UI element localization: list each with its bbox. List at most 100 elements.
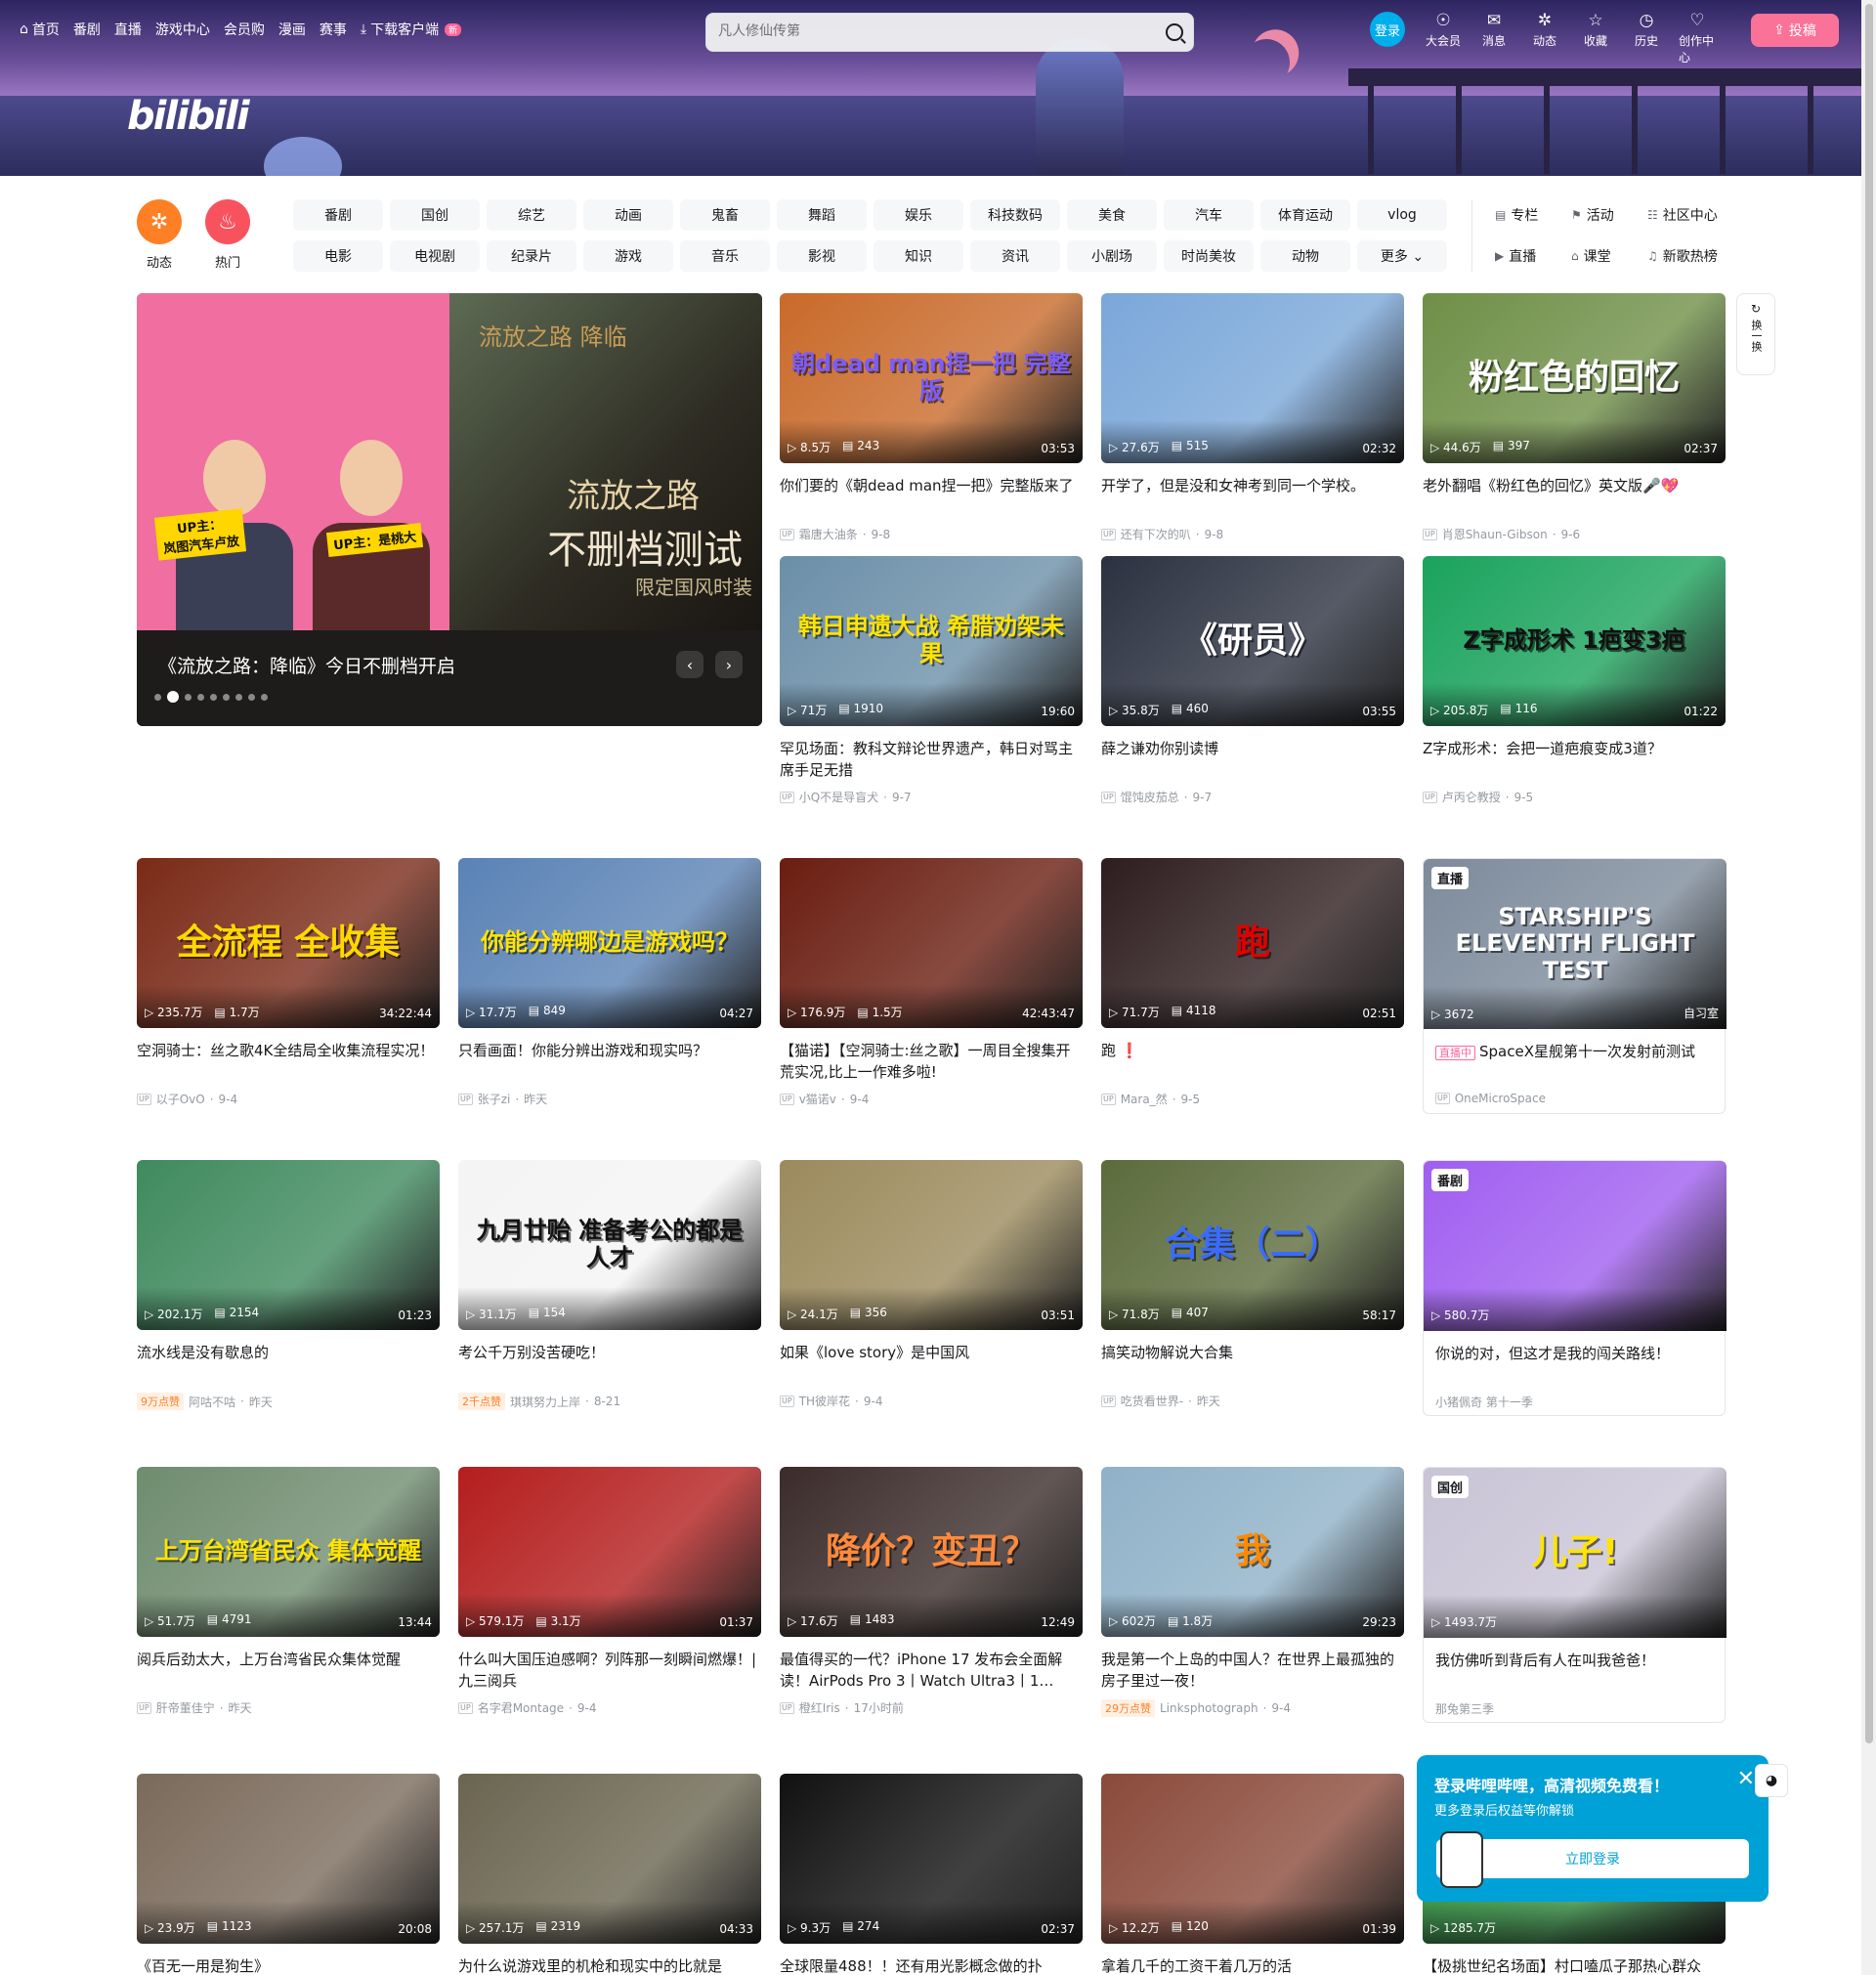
nav-item[interactable]: 会员购	[224, 20, 265, 39]
video-title[interactable]: 最值得买的一代？iPhone 17 发布会全面解读！AirPods Pro 3丨…	[780, 1649, 1083, 1692]
nav-item[interactable]: ⤓ 下载客户端新	[361, 20, 462, 39]
video-card[interactable]: ▷ 202.1万 ▤ 2154 01:23 流水线是没有歇息的 9万点赞 阿咕不咕 · 昨天	[137, 1160, 440, 1410]
video-title[interactable]: 如果《love story》是中国风	[780, 1342, 1083, 1385]
video-thumbnail[interactable]: 跑 ▷ 71.7万 ▤ 4118 02:51	[1101, 858, 1404, 1028]
channel-tag[interactable]: 影视	[777, 240, 867, 272]
video-author[interactable]: OneMicroSpace	[1455, 1092, 1546, 1105]
video-card[interactable]: ▷ 9.3万▤ 27402:37全球限量488！！还有用光影概念做的扑UP	[780, 1774, 1083, 1975]
video-thumbnail[interactable]: 儿子! 国创 ▷ 1493.7万	[1424, 1468, 1727, 1638]
video-title[interactable]: Z字成形术：会把一道疤痕变成3道？	[1423, 738, 1726, 781]
carousel[interactable]: UP主： 岚图汽车卢放 UP主：是桃大 流放之路 降临 流放之路 不删档测试 限…	[137, 293, 762, 726]
channel-tag[interactable]: 舞蹈	[777, 199, 867, 231]
video-title[interactable]: 我仿佛听到背后有人在叫我爸爸！	[1424, 1650, 1725, 1693]
video-card[interactable]: 韩日申遗大战 希腊劝架未果 ▷ 71万 ▤ 1910 19:60 罕见场面：教科文辩论世…	[780, 556, 1083, 805]
carousel-next-icon[interactable]: ›	[715, 651, 743, 678]
channel-tag[interactable]: 综艺	[487, 199, 576, 231]
channel-tag[interactable]: 美食	[1067, 199, 1157, 231]
video-title[interactable]: 阅兵后劲太大，上万台湾省民众集体觉醒	[137, 1649, 440, 1692]
video-thumbnail[interactable]: ▷ 24.1万 ▤ 356 03:51	[780, 1160, 1083, 1330]
video-thumbnail[interactable]: Z字成形术 1疤变3疤 ▷ 205.8万 ▤ 116 01:22	[1423, 556, 1726, 726]
channel-tag[interactable]: 知识	[874, 240, 963, 272]
login-now-button[interactable]: 立即登录	[1436, 1839, 1749, 1878]
channel-tag[interactable]: 时尚美妆	[1164, 240, 1254, 272]
video-card[interactable]: ▷ 27.6万 ▤ 515 02:32 开学了，但是没和女神考到同一个学校。 UP 还有下…	[1101, 293, 1404, 542]
video-card[interactable]: 你能分辨哪边是游戏吗？ ▷ 17.7万 ▤ 849 04:27 只看画面！你能分辨出游戏…	[458, 858, 761, 1107]
video-thumbnail[interactable]: STARSHIP'S ELEVENTH FLIGHT TEST 直播 ▷ 3672 自…	[1424, 859, 1727, 1029]
video-card[interactable]: 儿子! 国创 ▷ 1493.7万我仿佛听到背后有人在叫我爸爸！ 那兔第三季	[1423, 1467, 1727, 1723]
channel-tag[interactable]: 电视剧	[390, 240, 480, 272]
video-card[interactable]: ▷ 12.2万▤ 12001:39拿着几千的工资干着几万的活UP	[1101, 1774, 1404, 1975]
video-author[interactable]: 张子zi	[478, 1091, 511, 1107]
carousel-title[interactable]: 《流放之路：降临》今日不删档开启	[158, 652, 455, 678]
video-title[interactable]: 只看画面！你能分辨出游戏和现实吗？	[458, 1040, 761, 1083]
video-title[interactable]: 《百无一用是狗生》	[137, 1955, 440, 1975]
channel-tag[interactable]: 纪录片	[487, 240, 576, 272]
video-thumbnail[interactable]: 上万台湾省民众 集体觉醒 ▷ 51.7万 ▤ 4791 13:44	[137, 1467, 440, 1637]
channel-tag[interactable]: 动物	[1260, 240, 1350, 272]
video-author[interactable]: 琪琪努力上岸	[510, 1394, 580, 1410]
side-link[interactable]: ♫ 新歌热榜	[1647, 240, 1745, 272]
refresh-button[interactable]: ↻ 换一换	[1736, 293, 1775, 375]
search-bar[interactable]	[705, 13, 1194, 52]
video-title[interactable]: 跑 ❗	[1101, 1040, 1404, 1083]
video-card[interactable]: 九月廿贻 准备考公的都是人才 ▷ 31.1万 ▤ 154 考公千万别没苦硬吃！ 2千点赞…	[458, 1160, 761, 1410]
channel-tag[interactable]: 音乐	[680, 240, 770, 272]
video-card[interactable]: 合集（二） ▷ 71.8万 ▤ 407 58:17 搞笑动物解说大合集 UP 吃货看世界- ·…	[1101, 1160, 1404, 1409]
video-title[interactable]: 空洞骑士：丝之歌4K全结局全收集流程实况！	[137, 1040, 440, 1083]
video-title[interactable]: 【猫诺】【空洞骑士:丝之歌】一周目全搜集开荒实况,比上一作难多啦!	[780, 1040, 1083, 1083]
video-title[interactable]: 全球限量488！！还有用光影概念做的扑	[780, 1955, 1083, 1975]
video-thumbnail[interactable]: 朝dead man捏一把 完整版 ▷ 8.5万 ▤ 243 03:53	[780, 293, 1083, 463]
channel-tag[interactable]: 游戏	[583, 240, 673, 272]
video-card[interactable]: ▷ 23.9万▤ 112320:08《百无一用是狗生》UP	[137, 1774, 440, 1975]
video-title[interactable]: 罕见场面：教科文辩论世界遗产，韩日对骂主席手足无措	[780, 738, 1083, 781]
video-card[interactable]: 降价？变丑？ ▷ 17.6万 ▤ 1483 12:49 最值得买的一代？iPhone 1…	[780, 1467, 1083, 1716]
channel-tag[interactable]: 体育运动	[1260, 199, 1350, 231]
video-author[interactable]: 小猪佩奇 第十一季	[1435, 1394, 1533, 1410]
video-card[interactable]: 我 ▷ 602万 ▤ 1.8万 29:23 我是第一个上岛的中国人？在世界上最孤独的房子…	[1101, 1467, 1404, 1717]
video-title[interactable]: 搞笑动物解说大合集	[1101, 1342, 1404, 1385]
video-card[interactable]: Z字成形术 1疤变3疤 ▷ 205.8万 ▤ 116 01:22 Z字成形术：会把一道疤…	[1423, 556, 1726, 805]
video-title[interactable]: 开学了，但是没和女神考到同一个学校。	[1101, 475, 1404, 518]
login-avatar[interactable]: 登录	[1370, 12, 1405, 47]
header-icon-0[interactable]: ☉ 大会员	[1425, 12, 1462, 65]
video-author[interactable]: 名字君Montage	[478, 1699, 564, 1716]
channel-tag[interactable]: 汽车	[1164, 199, 1254, 231]
video-author[interactable]: Linksphotograph	[1160, 1701, 1258, 1715]
channel-circle-1[interactable]: ♨ 热门	[205, 199, 250, 271]
video-title[interactable]: 薛之谦劝你别读博	[1101, 738, 1404, 781]
search-input[interactable]	[718, 22, 1148, 38]
video-title[interactable]: 直播中 SpaceX星舰第十一次发射前测试	[1424, 1041, 1725, 1084]
video-card[interactable]: ▷ 257.1万▤ 231904:33为什么说游戏里的机枪和现实中的比就是UP	[458, 1774, 761, 1975]
channel-tag[interactable]: 番剧	[293, 199, 383, 231]
header-icon-1[interactable]: ✉ 消息	[1475, 12, 1513, 65]
video-card[interactable]: 粉红色的回忆 ▷ 44.6万 ▤ 397 02:37 老外翻唱《粉红色的回忆》英文版🎤💖…	[1423, 293, 1726, 542]
channel-tag[interactable]: 更多 ⌄	[1357, 240, 1447, 272]
side-link[interactable]: ⌂ 课堂	[1571, 240, 1647, 272]
header-icon-3[interactable]: ☆ 收藏	[1577, 12, 1614, 65]
video-card[interactable]: ▷ 176.9万 ▤ 1.5万 42:43:47 【猫诺】【空洞骑士:丝之歌】一周目全…	[780, 858, 1083, 1107]
close-icon[interactable]: ✕	[1737, 1767, 1755, 1791]
video-author[interactable]: 橙红Iris	[799, 1699, 840, 1716]
video-author[interactable]: 以子OvO	[156, 1091, 205, 1107]
header-icon-5[interactable]: ♡ 创作中心	[1679, 12, 1716, 65]
nav-item[interactable]: 赛事	[320, 20, 347, 39]
video-thumbnail[interactable]: ▷ 9.3万 ▤ 274 02:37	[780, 1774, 1083, 1944]
side-link[interactable]: ▤ 专栏	[1495, 199, 1571, 231]
video-author[interactable]: 馄饨皮茄总	[1121, 789, 1179, 805]
video-card[interactable]: 上万台湾省民众 集体觉醒 ▷ 51.7万 ▤ 4791 13:44 阅兵后劲太大，上万台…	[137, 1467, 440, 1716]
video-author[interactable]: 阿咕不咕	[189, 1394, 235, 1410]
video-card[interactable]: 跑 ▷ 71.7万 ▤ 4118 02:51 跑 ❗ UP Mara_然 · 9-5	[1101, 858, 1404, 1107]
video-thumbnail[interactable]: ▷ 202.1万 ▤ 2154 01:23	[137, 1160, 440, 1330]
video-thumbnail[interactable]: ▷ 12.2万 ▤ 120 01:39	[1101, 1774, 1404, 1944]
video-thumbnail[interactable]: ▷ 176.9万 ▤ 1.5万 42:43:47	[780, 858, 1083, 1028]
nav-item[interactable]: 游戏中心	[155, 20, 210, 39]
video-title[interactable]: 考公千万别没苦硬吃！	[458, 1342, 761, 1385]
channel-tag[interactable]: 国创	[390, 199, 480, 231]
channel-tag[interactable]: 鬼畜	[680, 199, 770, 231]
channel-tag[interactable]: 小剧场	[1067, 240, 1157, 272]
nav-item[interactable]: 番剧	[73, 20, 101, 39]
video-author[interactable]: TH彼岸花	[799, 1393, 850, 1409]
nav-item[interactable]: 直播	[114, 20, 142, 39]
video-title[interactable]: 拿着几千的工资干着几万的活	[1101, 1955, 1404, 1975]
video-author[interactable]: 那兔第三季	[1435, 1700, 1494, 1717]
